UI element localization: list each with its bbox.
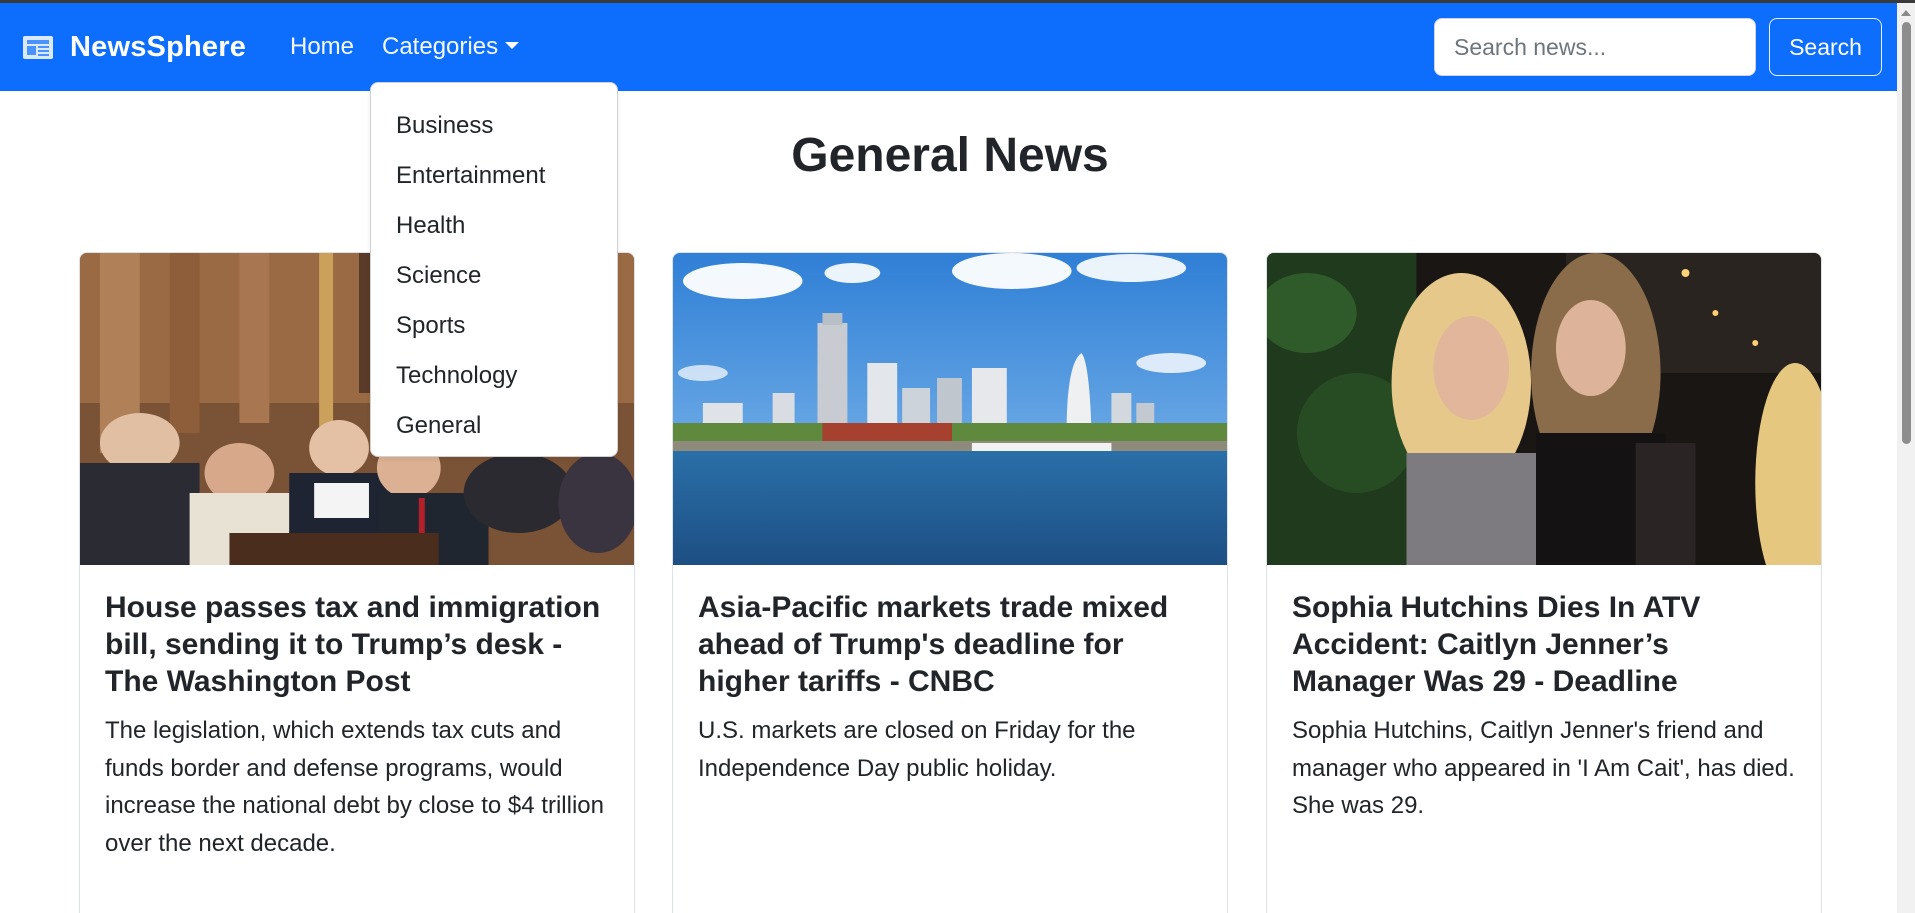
- article-title[interactable]: Sophia Hutchins Dies In ATV Accident: Ca…: [1292, 589, 1796, 700]
- article-image-skyline[interactable]: [673, 253, 1227, 565]
- dropdown-item-entertainment[interactable]: Entertainment: [371, 151, 617, 201]
- dropdown-item-sports[interactable]: Sports: [371, 301, 617, 351]
- dropdown-item-general[interactable]: General: [371, 401, 617, 451]
- search-button[interactable]: Search: [1769, 18, 1882, 76]
- page-title: General News: [791, 129, 1109, 182]
- article-title[interactable]: Asia-Pacific markets trade mixed ahead o…: [698, 589, 1202, 700]
- scroll-up-arrow-icon[interactable]: [1901, 10, 1911, 16]
- nav-categories-label: Categories: [382, 33, 499, 60]
- article-description: U.S. markets are closed on Friday for th…: [698, 717, 1136, 782]
- brand-link[interactable]: NewsSphere: [22, 3, 246, 91]
- article-image-portrait[interactable]: [1267, 253, 1821, 565]
- scrollbar-thumb[interactable]: [1902, 22, 1911, 444]
- caret-down-icon: [505, 41, 520, 49]
- dropdown-item-science[interactable]: Science: [371, 251, 617, 301]
- article-description: The legislation, which extends tax cuts …: [105, 717, 604, 857]
- newspaper-icon: [22, 33, 54, 61]
- nav-home-label: Home: [290, 33, 355, 60]
- article-title[interactable]: House passes tax and immigration bill, s…: [105, 589, 609, 700]
- card-body: Sophia Hutchins Dies In ATV Accident: Ca…: [1267, 565, 1821, 849]
- card-body: Asia-Pacific markets trade mixed ahead o…: [673, 565, 1227, 811]
- dropdown-item-technology[interactable]: Technology: [371, 351, 617, 401]
- dropdown-item-health[interactable]: Health: [371, 201, 617, 251]
- nav-categories-toggle[interactable]: Categories: [382, 3, 520, 91]
- navbar: NewsSphere Home Categories Search: [0, 3, 1897, 91]
- article-description: Sophia Hutchins, Caitlyn Jenner's friend…: [1292, 717, 1795, 819]
- nav-home-link[interactable]: Home: [290, 3, 354, 91]
- card-body: House passes tax and immigration bill, s…: [80, 565, 634, 886]
- news-card[interactable]: Asia-Pacific markets trade mixed ahead o…: [672, 252, 1228, 913]
- news-card[interactable]: Sophia Hutchins Dies In ATV Accident: Ca…: [1266, 252, 1822, 913]
- brand-name: NewsSphere: [70, 30, 247, 63]
- search-input[interactable]: [1434, 18, 1756, 76]
- categories-dropdown-menu: Business Entertainment Health Science Sp…: [370, 82, 618, 457]
- dropdown-item-business[interactable]: Business: [371, 101, 617, 151]
